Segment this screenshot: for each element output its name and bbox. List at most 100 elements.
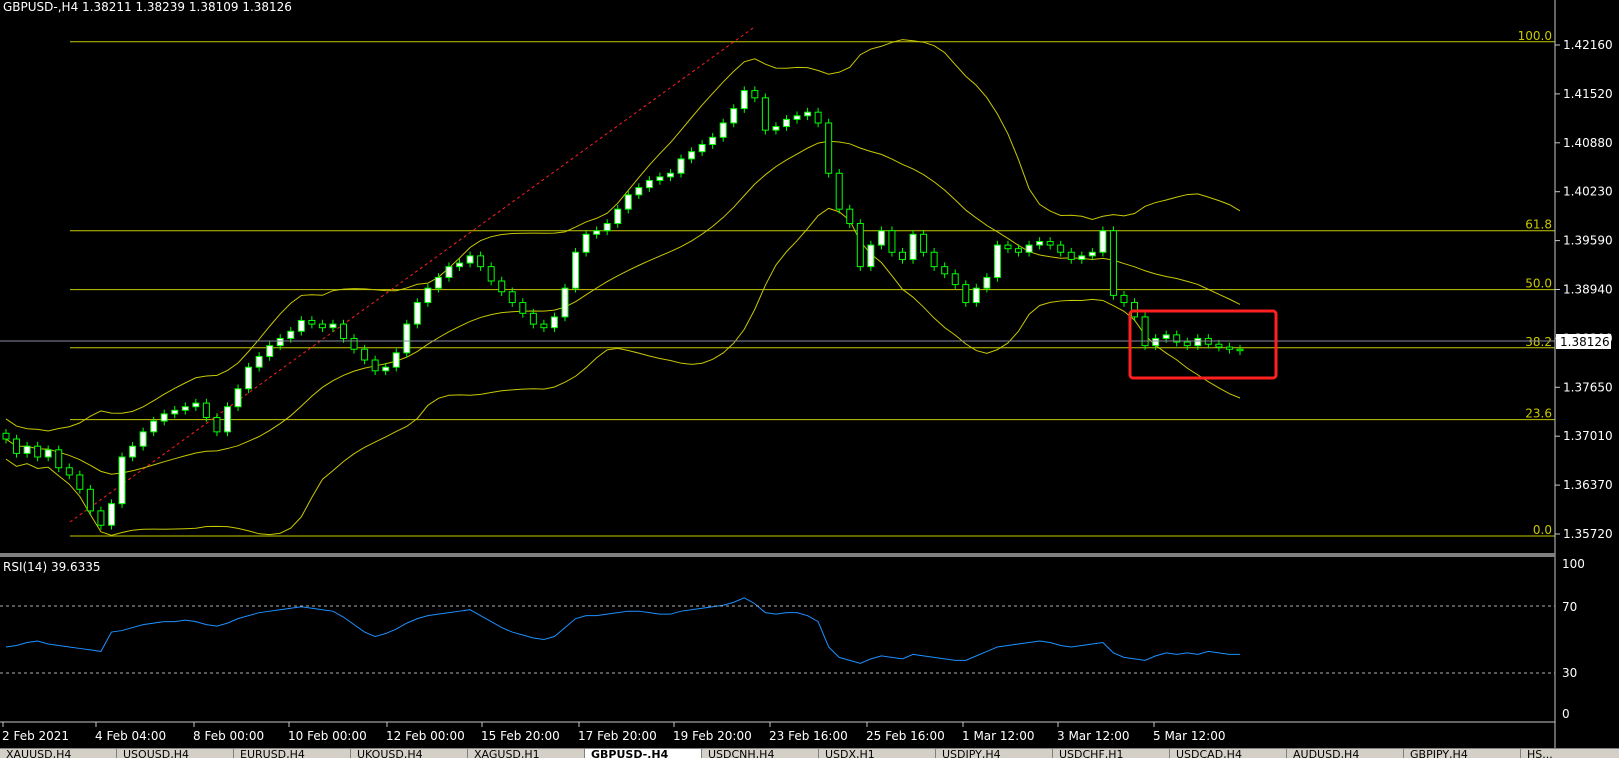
rsi-level-100: 100 (1562, 557, 1585, 571)
time-tick-label: 10 Feb 00:00 (288, 729, 367, 743)
price-tick-label: 1.38940 (1563, 283, 1613, 297)
candle-body (234, 388, 242, 408)
candle-body (160, 413, 168, 422)
candle-body (1194, 337, 1202, 347)
time-tick-label: 23 Feb 16:00 (769, 729, 848, 743)
candle-body (181, 406, 189, 411)
candle-body (350, 337, 358, 350)
candle-body (171, 409, 179, 415)
candle-body (867, 244, 875, 268)
candle-body (23, 445, 31, 454)
candle-body (941, 266, 949, 275)
price-tick-label: 1.40230 (1563, 185, 1613, 199)
candle-body (308, 320, 316, 325)
candle-body (508, 291, 516, 304)
candle-body (698, 144, 706, 153)
rsi-label: RSI(14) 39.6335 (3, 560, 101, 574)
fib-level-label: 0.0 (1533, 523, 1552, 537)
time-tick-label: 15 Feb 20:00 (481, 729, 560, 743)
candle-body (1078, 255, 1086, 260)
time-tick-label: 3 Mar 12:00 (1057, 729, 1130, 743)
candle-body (603, 223, 611, 232)
candle-body (1057, 244, 1065, 253)
candle-body (1215, 343, 1223, 348)
candle-body (477, 255, 485, 268)
candle-body (877, 230, 885, 246)
candle-body (1025, 244, 1033, 253)
candle-body (740, 90, 748, 110)
candle-body (413, 302, 421, 325)
candle-body (614, 208, 622, 225)
candle-body (266, 345, 274, 357)
rsi-level-0: 0 (1562, 707, 1570, 721)
candle-body (150, 420, 158, 433)
candle-body (825, 122, 833, 174)
candle-body (213, 416, 221, 433)
candle-body (688, 151, 696, 160)
candle-body (656, 176, 664, 181)
candle-body (635, 187, 643, 196)
candle-body (561, 287, 569, 318)
candle-body (677, 158, 685, 174)
candle-body (550, 316, 558, 329)
candle-body (445, 266, 453, 278)
candle-body (65, 467, 73, 476)
candle-body (1099, 230, 1107, 253)
candle-body (888, 230, 896, 253)
fib-level-label: 50.0 (1525, 277, 1552, 291)
time-tick-label: 12 Feb 00:00 (386, 729, 465, 743)
candle-body (223, 406, 231, 433)
candle-body (804, 111, 812, 117)
candle-body (276, 337, 284, 347)
candle-body (920, 233, 928, 253)
time-tick-label: 8 Feb 00:00 (193, 729, 264, 743)
time-tick-label: 1 Mar 12:00 (962, 729, 1035, 743)
candle-body (593, 230, 601, 235)
candle-body (329, 323, 337, 329)
candle-body (782, 118, 790, 128)
candle-body (962, 284, 970, 304)
candle-body (1109, 230, 1117, 296)
candle-body (930, 251, 938, 268)
fib-level-label: 61.8 (1525, 218, 1552, 232)
candle-body (13, 438, 21, 454)
chart-ohlc: 1.38211 1.38239 1.38109 1.38126 (82, 0, 292, 14)
candle-body (898, 251, 906, 260)
candle-body (318, 323, 326, 329)
candle-body (1088, 251, 1096, 257)
rsi-level-30: 30 (1562, 666, 1577, 680)
candle-body (107, 503, 115, 526)
candle-body (856, 223, 864, 268)
time-tick-label: 2 Feb 2021 (2, 729, 69, 743)
candle-body (202, 402, 210, 418)
candle-body (129, 445, 137, 458)
candle-body (951, 273, 959, 286)
candle-body (456, 262, 464, 268)
candle-body (993, 244, 1001, 278)
candle-body (487, 266, 495, 282)
candle-body (572, 251, 580, 289)
price-tick-label: 1.35720 (1563, 527, 1613, 541)
candle-body (1004, 244, 1012, 250)
price-chart[interactable]: 100.0 61.8 50.0 38.2 23.6 0.0 1.42160 1.41520 1… (0, 0, 1619, 757)
time-tick-label: 5 Mar 12:00 (1153, 729, 1226, 743)
candle-body (582, 233, 590, 253)
price-tick-label: 1.39590 (1563, 234, 1613, 248)
candle-body (1236, 348, 1244, 352)
candle-body (540, 323, 548, 329)
candle-body (972, 287, 980, 304)
candle-body (424, 287, 432, 304)
candle-body (255, 355, 263, 368)
candle-body (1036, 240, 1044, 246)
candle-body (1120, 294, 1128, 304)
time-tick-label: 17 Feb 20:00 (578, 729, 657, 743)
candle-body (772, 126, 780, 131)
candle-body (371, 359, 379, 372)
price-tick-label: 1.37010 (1563, 429, 1613, 443)
candle-body (86, 488, 94, 512)
candle-body (1162, 334, 1170, 339)
time-tick-label: 25 Feb 16:00 (866, 729, 945, 743)
pane-separator[interactable] (0, 553, 1555, 557)
candle-body (466, 255, 474, 264)
candle-body (1015, 248, 1023, 253)
